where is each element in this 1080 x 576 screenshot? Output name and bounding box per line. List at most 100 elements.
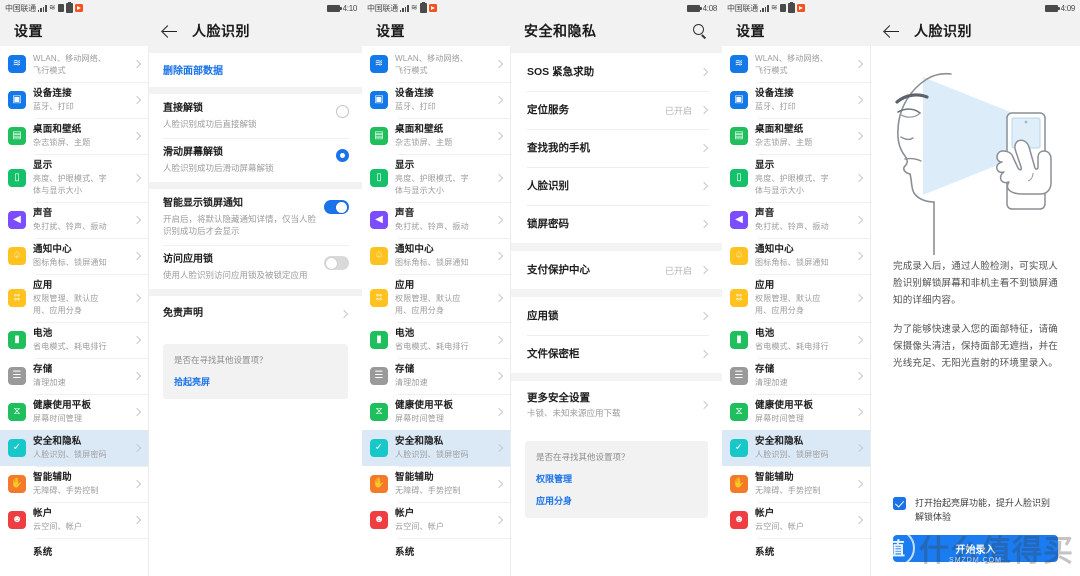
wifi-icon: ≋ xyxy=(370,55,388,73)
sidebar-item-storage[interactable]: ☰ 存储 清理加速 xyxy=(0,358,148,394)
sidebar-item-label: 智能辅助 xyxy=(395,472,434,483)
security-row-file-safe[interactable]: 文件保密柜 xyxy=(511,335,722,373)
sidebar-item-system[interactable]: 系统 xyxy=(722,538,870,568)
raise-to-wake-checkbox-row[interactable]: 打开抬起亮屏功能，提升人脸识别解锁体验 xyxy=(893,496,1058,524)
sidebar-item-display[interactable]: ▯ 显示 亮度、护眼模式、字 体与显示大小 xyxy=(362,154,510,202)
sidebar-item-desktop-wallpaper[interactable]: ▤ 桌面和壁纸 杂志锁屏、主题 xyxy=(362,118,510,154)
sidebar-item-battery[interactable]: ▮ 电池 省电模式、耗电排行 xyxy=(722,322,870,358)
settings-sidebar-2[interactable]: ≋ WLAN、移动网络、 飞行模式 ▣ 设备连接 蓝牙、打印 ▤ 桌面和壁纸 杂志锁屏、主题 ▯ 显… xyxy=(362,46,511,576)
sidebar-item-digital-balance[interactable]: ⧖ 健康使用平板 屏幕时间管理 xyxy=(362,394,510,430)
settings-sidebar-3[interactable]: ≋ WLAN、移动网络、 飞行模式 ▣ 设备连接 蓝牙、打印 ▤ 桌面和壁纸 杂志锁屏、主题 ▯ 显… xyxy=(722,46,871,576)
sidebar-item-sub: 云空间、帐户 xyxy=(33,522,83,531)
sidebar-item-text: 声音 免打扰、铃声、振动 xyxy=(33,208,130,232)
sidebar-item-sound[interactable]: ◀ 声音 免打扰、铃声、振动 xyxy=(722,202,870,238)
security-row-face-recognition[interactable]: 人脸识别 xyxy=(511,167,722,205)
suggestion-link-raise-to-wake[interactable]: 拾起亮屏 xyxy=(174,375,337,388)
sidebar-item-battery[interactable]: ▮ 电池 省电模式、耗电排行 xyxy=(0,322,148,358)
toggle-app-lock-access[interactable] xyxy=(324,256,349,270)
sidebar-item-sub: 飞行模式 xyxy=(33,66,66,75)
checkbox-icon[interactable] xyxy=(893,497,906,510)
sidebar-item-sub: 无障碍、手势控制 xyxy=(395,486,461,495)
option-slide-unlock[interactable]: 滑动屏幕解锁 人脸识别成功后滑动屏幕解锁 xyxy=(149,138,362,182)
start-enroll-button[interactable]: 开始录入 xyxy=(893,535,1058,562)
sidebar-item-text: 电池 省电模式、耗电排行 xyxy=(33,328,130,352)
sidebar-item-accounts[interactable]: ☻ 帐户 云空间、帐户 xyxy=(722,502,870,538)
sidebar-item-security-privacy[interactable]: ✓ 安全和隐私 人脸识别、锁屏密码 xyxy=(362,430,510,466)
option-title: 滑动屏幕解锁 xyxy=(163,147,223,158)
sidebar-item-notification-center[interactable]: ♤ 通知中心 图标角标、锁屏通知 xyxy=(0,238,148,274)
sidebar-item-sound[interactable]: ◀ 声音 免打扰、铃声、振动 xyxy=(362,202,510,238)
app-badge-icon xyxy=(428,4,437,12)
settings-titlebar-3: 设置 xyxy=(722,16,870,46)
section-gap-3 xyxy=(149,289,362,296)
sidebar-item-sub: 体与显示大小 xyxy=(755,186,805,195)
security-row-app-lock[interactable]: 应用锁 xyxy=(511,297,722,335)
sidebar-item-text: 智能辅助 无障碍、手势控制 xyxy=(755,472,852,496)
sidebar-item-storage[interactable]: ☰ 存储 清理加速 xyxy=(722,358,870,394)
sidebar-item-wlan[interactable]: ≋ WLAN、移动网络、 飞行模式 xyxy=(722,46,870,82)
radio-direct-unlock[interactable] xyxy=(336,105,349,118)
option-direct-unlock-text: 直接解锁 人脸识别成功后直接解锁 xyxy=(163,102,336,130)
sidebar-item-sub: WLAN、移动网络、 xyxy=(395,54,469,63)
sidebar-item-display[interactable]: ▯ 显示 亮度、护眼模式、字 体与显示大小 xyxy=(0,154,148,202)
sidebar-item-sound[interactable]: ◀ 声音 免打扰、铃声、振动 xyxy=(0,202,148,238)
sidebar-item-smart-assistance[interactable]: ✋ 智能辅助 无障碍、手势控制 xyxy=(362,466,510,502)
delete-face-data-link[interactable]: 删除面部数据 xyxy=(149,53,362,87)
sidebar-item-storage[interactable]: ☰ 存储 清理加速 xyxy=(362,358,510,394)
security-row-lockscreen-password[interactable]: 锁屏密码 xyxy=(511,205,722,243)
sidebar-item-device-connect[interactable]: ▣ 设备连接 蓝牙、打印 xyxy=(362,82,510,118)
sidebar-item-desktop-wallpaper[interactable]: ▤ 桌面和壁纸 杂志锁屏、主题 xyxy=(0,118,148,154)
security-row-payment-protection[interactable]: 支付保护中心 已开启 xyxy=(511,251,722,289)
sidebar-item-smart-assistance[interactable]: ✋ 智能辅助 无障碍、手势控制 xyxy=(722,466,870,502)
sidebar-item-system[interactable]: 系统 xyxy=(0,538,148,568)
sidebar-item-device-connect[interactable]: ▣ 设备连接 蓝牙、打印 xyxy=(0,82,148,118)
sidebar-item-wlan[interactable]: ≋ WLAN、移动网络、 飞行模式 xyxy=(0,46,148,82)
sidebar-item-accounts[interactable]: ☻ 帐户 云空间、帐户 xyxy=(0,502,148,538)
sidebar-item-label: 存储 xyxy=(755,364,775,375)
sidebar-item-desktop-wallpaper[interactable]: ▤ 桌面和壁纸 杂志锁屏、主题 xyxy=(722,118,870,154)
sidebar-item-battery[interactable]: ▮ 电池 省电模式、耗电排行 xyxy=(362,322,510,358)
sidebar-item-system[interactable]: 系统 xyxy=(362,538,510,568)
sidebar-item-smart-assistance[interactable]: ✋ 智能辅助 无障碍、手势控制 xyxy=(0,466,148,502)
sidebar-item-label: 智能辅助 xyxy=(33,472,72,483)
sidebar-item-security-privacy[interactable]: ✓ 安全和隐私 人脸识别、锁屏密码 xyxy=(0,430,148,466)
sidebar-item-accounts[interactable]: ☻ 帐户 云空间、帐户 xyxy=(362,502,510,538)
sidebar-item-text: 存储 清理加速 xyxy=(33,364,130,388)
option-direct-unlock[interactable]: 直接解锁 人脸识别成功后直接解锁 xyxy=(149,94,362,138)
sidebar-item-notification-center[interactable]: ♤ 通知中心 图标角标、锁屏通知 xyxy=(722,238,870,274)
sidebar-item-device-connect[interactable]: ▣ 设备连接 蓝牙、打印 xyxy=(722,82,870,118)
sidebar-item-digital-balance[interactable]: ⧖ 健康使用平板 屏幕时间管理 xyxy=(722,394,870,430)
security-row-more-security-settings[interactable]: 更多安全设置 卡锁、未知来源应用下载 xyxy=(511,381,722,429)
back-arrow-icon[interactable] xyxy=(162,23,179,40)
section-gap-2 xyxy=(149,182,362,189)
security-row-text: 定位服务 xyxy=(527,103,665,117)
sidebar-item-notification-center[interactable]: ♤ 通知中心 图标角标、锁屏通知 xyxy=(362,238,510,274)
security-row-find-my-phone[interactable]: 查找我的手机 xyxy=(511,129,722,167)
sidebar-item-label: 安全和隐私 xyxy=(755,436,804,447)
option-slide-unlock-text: 滑动屏幕解锁 人脸识别成功后滑动屏幕解锁 xyxy=(163,146,336,174)
settings-sidebar-1[interactable]: ≋ WLAN、移动网络、 飞行模式 ▣ 设备连接 蓝牙、打印 ▤ 桌面和壁纸 杂志锁屏、主题 ▯ 显… xyxy=(0,46,149,576)
sidebar-item-apps[interactable]: ⦂⦂ 应用 权限管理、默认应 用、应用分身 xyxy=(0,274,148,322)
option-smart-lockscreen-notification[interactable]: 智能显示锁屏通知 开启后，将默认隐藏通知详情，仅当人脸识别成功后才会显示 xyxy=(149,189,362,245)
back-arrow-icon[interactable] xyxy=(884,23,901,40)
option-app-lock-access[interactable]: 访问应用锁 使用人脸识别访问应用锁及被锁定应用 xyxy=(149,245,362,289)
sidebar-item-text: WLAN、移动网络、 飞行模式 xyxy=(755,52,852,76)
toggle-smart-notification[interactable] xyxy=(324,200,349,214)
security-row-label: 人脸识别 xyxy=(527,180,569,192)
row-disclaimer[interactable]: 免责声明 xyxy=(149,296,362,332)
apps-icon: ⦂⦂ xyxy=(8,289,26,307)
sidebar-item-display[interactable]: ▯ 显示 亮度、护眼模式、字 体与显示大小 xyxy=(722,154,870,202)
search-icon[interactable] xyxy=(692,23,708,39)
security-row-sos-emergency[interactable]: SOS 紧急求助 xyxy=(511,53,722,91)
storage-icon: ☰ xyxy=(730,367,748,385)
security-row-location-service[interactable]: 定位服务 已开启 xyxy=(511,91,722,129)
sidebar-item-digital-balance[interactable]: ⧖ 健康使用平板 屏幕时间管理 xyxy=(0,394,148,430)
suggestion-link-0[interactable]: 权限管理 xyxy=(536,472,697,485)
sidebar-item-apps[interactable]: ⦂⦂ 应用 权限管理、默认应 用、应用分身 xyxy=(722,274,870,322)
sidebar-item-apps[interactable]: ⦂⦂ 应用 权限管理、默认应 用、应用分身 xyxy=(362,274,510,322)
suggestion-link-1[interactable]: 应用分身 xyxy=(536,494,697,507)
radio-slide-unlock[interactable] xyxy=(336,149,349,162)
sidebar-item-wlan[interactable]: ≋ WLAN、移动网络、 飞行模式 xyxy=(362,46,510,82)
bell-icon: ♤ xyxy=(730,247,748,265)
sidebar-item-security-privacy[interactable]: ✓ 安全和隐私 人脸识别、锁屏密码 xyxy=(722,430,870,466)
